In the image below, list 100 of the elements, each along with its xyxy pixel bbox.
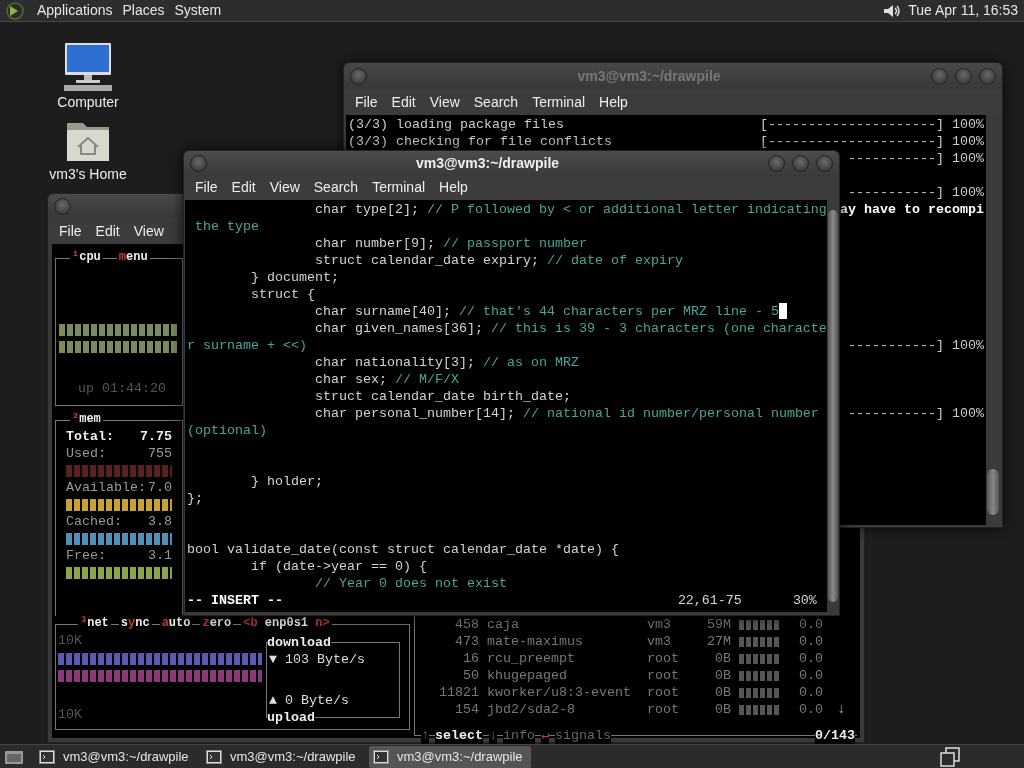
table-cell-text: 0B bbox=[714, 684, 731, 701]
memory-value: 3.1 bbox=[148, 547, 172, 564]
footer-label[interactable]: signals bbox=[555, 727, 612, 744]
table-cell-text: 0B bbox=[714, 701, 731, 718]
menu-item[interactable]: Terminal bbox=[365, 177, 433, 199]
taskbar-button[interactable]: vm3@vm3:~/drawpile bbox=[202, 745, 364, 768]
download-rate: ▼ 103 Byte/s bbox=[268, 651, 366, 668]
code-line: struct calendar_date birth_date; bbox=[313, 388, 571, 405]
menu-item[interactable]: View bbox=[262, 177, 307, 199]
scrollbar[interactable] bbox=[986, 115, 1000, 525]
code-line: char personal_number[14]; // national id number/personal number bbox=[313, 405, 819, 422]
table-cell-text: caja bbox=[486, 616, 520, 633]
menu-item[interactable]: Search bbox=[466, 91, 526, 113]
menu-item[interactable]: File bbox=[348, 91, 385, 113]
window-button[interactable] bbox=[979, 67, 996, 85]
code-line: char type[2]; // P followed by < or additional letter indicating bbox=[313, 201, 827, 218]
code-line: } holder; bbox=[250, 473, 323, 490]
menu-item[interactable]: Terminal bbox=[525, 91, 593, 113]
code-line: if (date->year == 0) { bbox=[250, 558, 427, 575]
menu-item[interactable]: Places bbox=[117, 0, 170, 21]
menu-item[interactable]: View bbox=[126, 220, 171, 242]
table-cell-text: kworker/u8:3-event bbox=[486, 684, 632, 701]
memory-value: 7.0 bbox=[148, 479, 172, 496]
menu-item[interactable]: Search bbox=[306, 177, 366, 199]
memory-value: 7.75 bbox=[140, 428, 172, 445]
memory-label: Cached: bbox=[66, 513, 122, 530]
scroll-percent: 30% bbox=[792, 592, 817, 609]
memory-label: Available: bbox=[66, 479, 146, 496]
upload-rate: ▲ 0 Byte/s bbox=[268, 692, 350, 709]
window-button[interactable] bbox=[931, 67, 948, 85]
scrollbar[interactable] bbox=[826, 200, 839, 612]
table-cell-text: 0.0 bbox=[798, 701, 823, 718]
window-button[interactable] bbox=[190, 155, 207, 172]
code-line: the type bbox=[194, 218, 259, 235]
memory-value: 755 bbox=[148, 445, 172, 462]
table-cell-text: mate-maximus bbox=[486, 633, 584, 650]
memory-meter bbox=[739, 688, 779, 698]
code-line: char number[9]; // passport number bbox=[313, 235, 587, 252]
window-switcher-button[interactable] bbox=[938, 745, 962, 768]
mode-indicator: -- INSERT -- bbox=[187, 592, 283, 609]
memory-label: Free: bbox=[66, 547, 106, 564]
cursor-position: 22,61-75 bbox=[677, 592, 742, 609]
window-button[interactable] bbox=[955, 67, 972, 85]
icon-label[interactable]: Computer bbox=[57, 92, 119, 113]
window-button[interactable] bbox=[792, 155, 809, 172]
memory-meter bbox=[739, 671, 779, 681]
table-cell-text: 0.0 bbox=[798, 616, 823, 633]
window-button[interactable] bbox=[350, 67, 367, 85]
scrollbar-thumb[interactable] bbox=[987, 469, 999, 515]
code-line: bool validate_date(const struct calendar_date *date) { bbox=[187, 541, 619, 558]
memory-meter bbox=[739, 654, 779, 664]
terminal-line: (3/3) checking for file conflicts bbox=[348, 133, 612, 150]
menu-item[interactable]: Edit bbox=[384, 91, 423, 113]
table-cell-text: 0B bbox=[714, 667, 731, 684]
window-button[interactable] bbox=[768, 155, 785, 172]
code-line: struct calendar_date expiry; // date of expiry bbox=[313, 252, 683, 269]
code-line: (optional) bbox=[187, 422, 267, 439]
table-cell-text: khugepaged bbox=[486, 667, 568, 684]
box-title: ¹cpu bbox=[70, 249, 103, 266]
menu-item[interactable]: Help bbox=[432, 177, 475, 199]
table-cell-text: jbd2/sda2-8 bbox=[486, 701, 576, 718]
taskbar-button[interactable]: vm3@vm3:~/drawpile bbox=[35, 745, 197, 768]
table-cell-text: 0B bbox=[714, 650, 731, 667]
desktop-icon bbox=[4, 748, 24, 765]
upload-label: upload bbox=[267, 709, 315, 726]
window-title: vm3@vm3:~/drawpile bbox=[414, 154, 561, 173]
computer-icon bbox=[62, 42, 114, 92]
menu-item[interactable]: Edit bbox=[224, 177, 263, 199]
menu-item[interactable]: Edit bbox=[88, 220, 127, 242]
window-button[interactable] bbox=[816, 155, 833, 172]
window-button[interactable] bbox=[54, 197, 71, 215]
table-cell-text: vm3 bbox=[647, 633, 672, 650]
table-cell-text: root bbox=[647, 667, 680, 684]
icon-label[interactable]: vm3's Home bbox=[49, 164, 127, 185]
scrollbar-thumb[interactable] bbox=[827, 210, 838, 602]
menu-item[interactable]: File bbox=[188, 177, 225, 199]
taskbar-button[interactable]: vm3@vm3:~/drawpile bbox=[369, 745, 531, 768]
menu-item[interactable]: View bbox=[422, 91, 467, 113]
menu-item[interactable]: Help bbox=[592, 91, 635, 113]
memory-label: Used: bbox=[66, 445, 106, 462]
footer-label[interactable]: info bbox=[503, 727, 535, 744]
progress-text: -----------] 100% bbox=[848, 150, 984, 167]
table-cell-text: 59M bbox=[706, 616, 731, 633]
menu-item[interactable]: Applications bbox=[32, 0, 118, 21]
table-cell-text: rcu_preempt bbox=[486, 650, 576, 667]
footer-label[interactable]: 0/143 bbox=[815, 727, 855, 744]
code-line: char nationality[3]; // as on MRZ bbox=[313, 354, 579, 371]
window-title: vm3@vm3:~/drawpile bbox=[576, 66, 722, 86]
clock: Tue Apr 11, 16:53 bbox=[908, 1, 1018, 20]
memory-value: 3.8 bbox=[148, 513, 172, 530]
footer-label[interactable]: select bbox=[435, 727, 483, 744]
menu-item[interactable]: File bbox=[52, 220, 89, 242]
menu-item[interactable]: System bbox=[169, 0, 227, 21]
terminal-line: ay have to recompi bbox=[840, 201, 984, 218]
table-cell-text: 16 bbox=[462, 650, 479, 667]
table-cell-text: 0.0 bbox=[798, 667, 823, 684]
code-line: } document; bbox=[250, 269, 339, 286]
terminal-icon bbox=[373, 749, 389, 764]
table-cell-text: 473 bbox=[454, 633, 479, 650]
scale-label: 10K bbox=[58, 632, 83, 649]
